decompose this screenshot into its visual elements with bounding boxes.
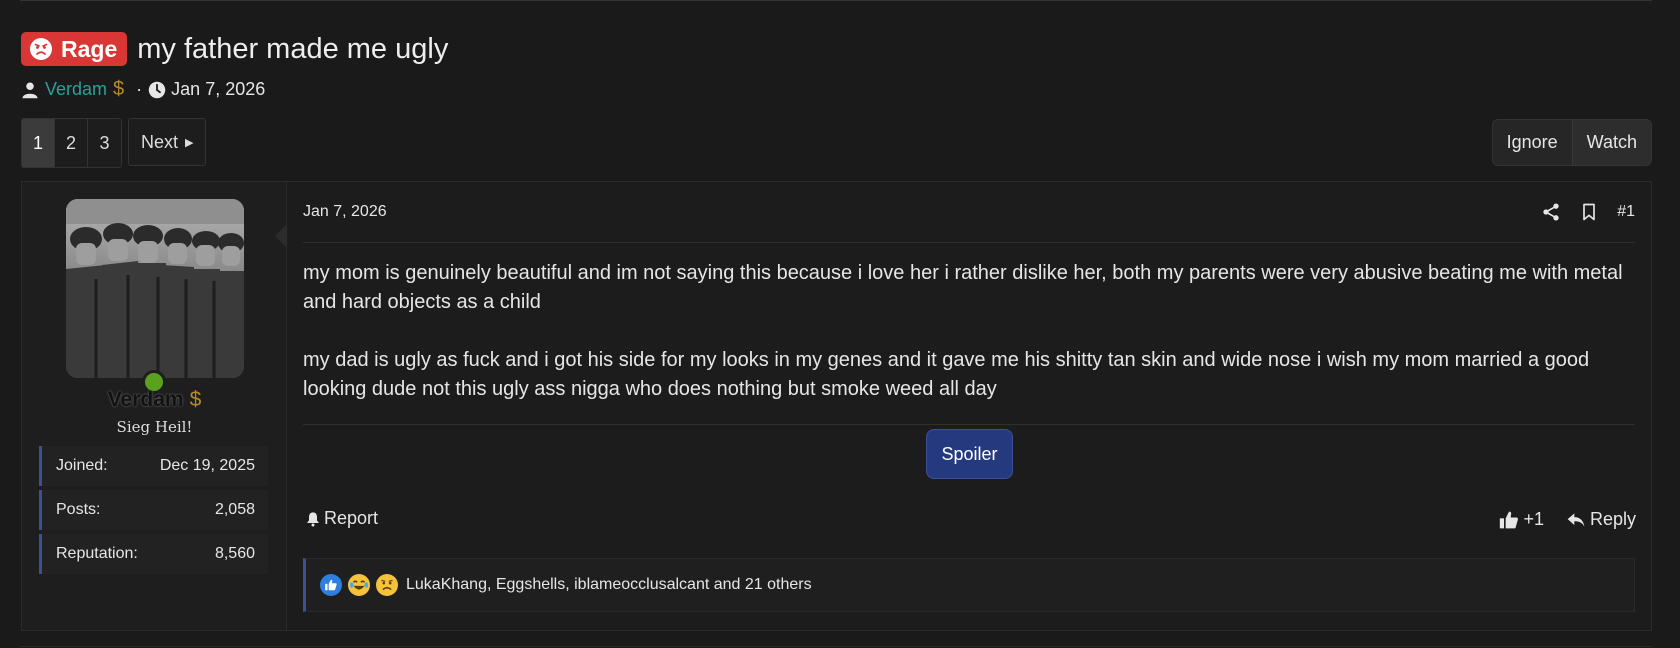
thumbs-up-icon [1500,511,1519,528]
post-user-column: Verdam $ Sieg Heil! Joined: Dec 19, 2025 … [22,182,287,630]
stat-label: Joined: [56,457,108,474]
stat-value: 8,560 [214,545,255,562]
post-header-actions: #1 [1523,202,1635,222]
thread-date[interactable]: Jan 7, 2026 [171,79,265,100]
page-1-button[interactable]: 1 [22,119,55,167]
post-date[interactable]: Jan 7, 2026 [303,203,387,221]
post-arrow [275,224,287,248]
avatar-image [66,199,244,378]
thread-author-link[interactable]: Verdam [45,79,107,100]
like-emoji-icon [320,574,342,596]
laugh-cry-emoji-icon [348,574,370,596]
like-count: +1 [1523,509,1544,529]
caret-right-icon: ▶ [185,136,194,149]
title-row: Rage my father made me ugly [21,32,448,66]
thread-actions: Ignore Watch [1491,119,1652,166]
share-icon[interactable] [1541,202,1561,222]
reply-button[interactable]: Reply [1566,509,1636,530]
like-button[interactable]: +1 [1499,509,1544,530]
post-main: Jan 7, 2026 #1 my mom is genuinely beaut… [287,182,1651,630]
post-paragraph: my mom is genuinely beautiful and im not… [303,262,1623,313]
post-paragraph: my dad is ugly as fuck and i got his sid… [303,349,1590,400]
user-stats: Joined: Dec 19, 2025 Posts: 2,058 Reputa… [39,446,268,578]
stat-label: Reputation: [56,545,138,562]
next-label: Next [141,131,179,152]
page-numbers: 1 2 3 [21,118,122,168]
stat-joined: Joined: Dec 19, 2025 [39,446,268,486]
report-label: Report [324,508,379,528]
post-body: my mom is genuinely beautiful and im not… [303,259,1635,404]
bell-icon [307,511,319,526]
thread-prefix-badge[interactable]: Rage [21,32,128,66]
report-button[interactable]: Report [305,508,378,529]
watch-button[interactable]: Watch [1571,120,1651,165]
spoiler-button[interactable]: Spoiler [926,429,1013,479]
stat-value[interactable]: 2,058 [215,501,255,519]
reply-arrow-icon [1567,512,1585,527]
bookmark-icon[interactable] [1579,202,1599,222]
post-number-link[interactable]: #1 [1617,203,1635,221]
dollar-badge-icon: $ [189,388,202,411]
avatar[interactable] [66,199,244,378]
pagination: 1 2 3 Next ▶ [21,118,207,168]
post-header: Jan 7, 2026 #1 [303,182,1635,243]
meta-separator: · [136,79,143,99]
clock-icon [148,81,166,98]
post-footer-actions: +1 Reply [1499,509,1636,530]
post-container: Verdam $ Sieg Heil! Joined: Dec 19, 2025 … [21,181,1652,631]
bottom-divider [20,646,1652,647]
reactions-bar[interactable]: LukaKhang, Eggshells, iblameocclusalcant… [303,558,1635,612]
user-title: Sieg Heil! [116,418,193,436]
stat-posts: Posts: 2,058 [39,490,268,530]
thread-title: my father made me ugly [137,32,449,65]
reactions-users-text[interactable]: LukaKhang, Eggshells, iblameocclusalcant… [406,576,812,594]
reply-label: Reply [1589,509,1636,529]
thread-meta: Verdam $ · Jan 7, 2026 [21,78,448,101]
angry-face-icon [30,38,52,60]
thread-prefix-label: Rage [61,35,118,62]
post-divider [303,424,1635,425]
top-divider [20,0,1652,1]
stat-value: Dec 19, 2025 [159,457,255,474]
ignore-button[interactable]: Ignore [1493,120,1572,165]
sad-emoji-icon [376,574,398,596]
page-3-button[interactable]: 3 [88,119,121,167]
stat-reputation: Reputation: 8,560 [39,534,268,574]
thread-header: Rage my father made me ugly Verdam $ · J… [21,32,448,101]
next-page-button[interactable]: Next ▶ [128,118,207,166]
stat-label: Posts: [56,501,101,518]
user-icon [22,82,38,98]
post-username[interactable]: Verdam $ [22,388,287,412]
page-2-button[interactable]: 2 [55,119,88,167]
dollar-badge-icon: $ [113,78,125,100]
post-username-text: Verdam [107,388,184,411]
